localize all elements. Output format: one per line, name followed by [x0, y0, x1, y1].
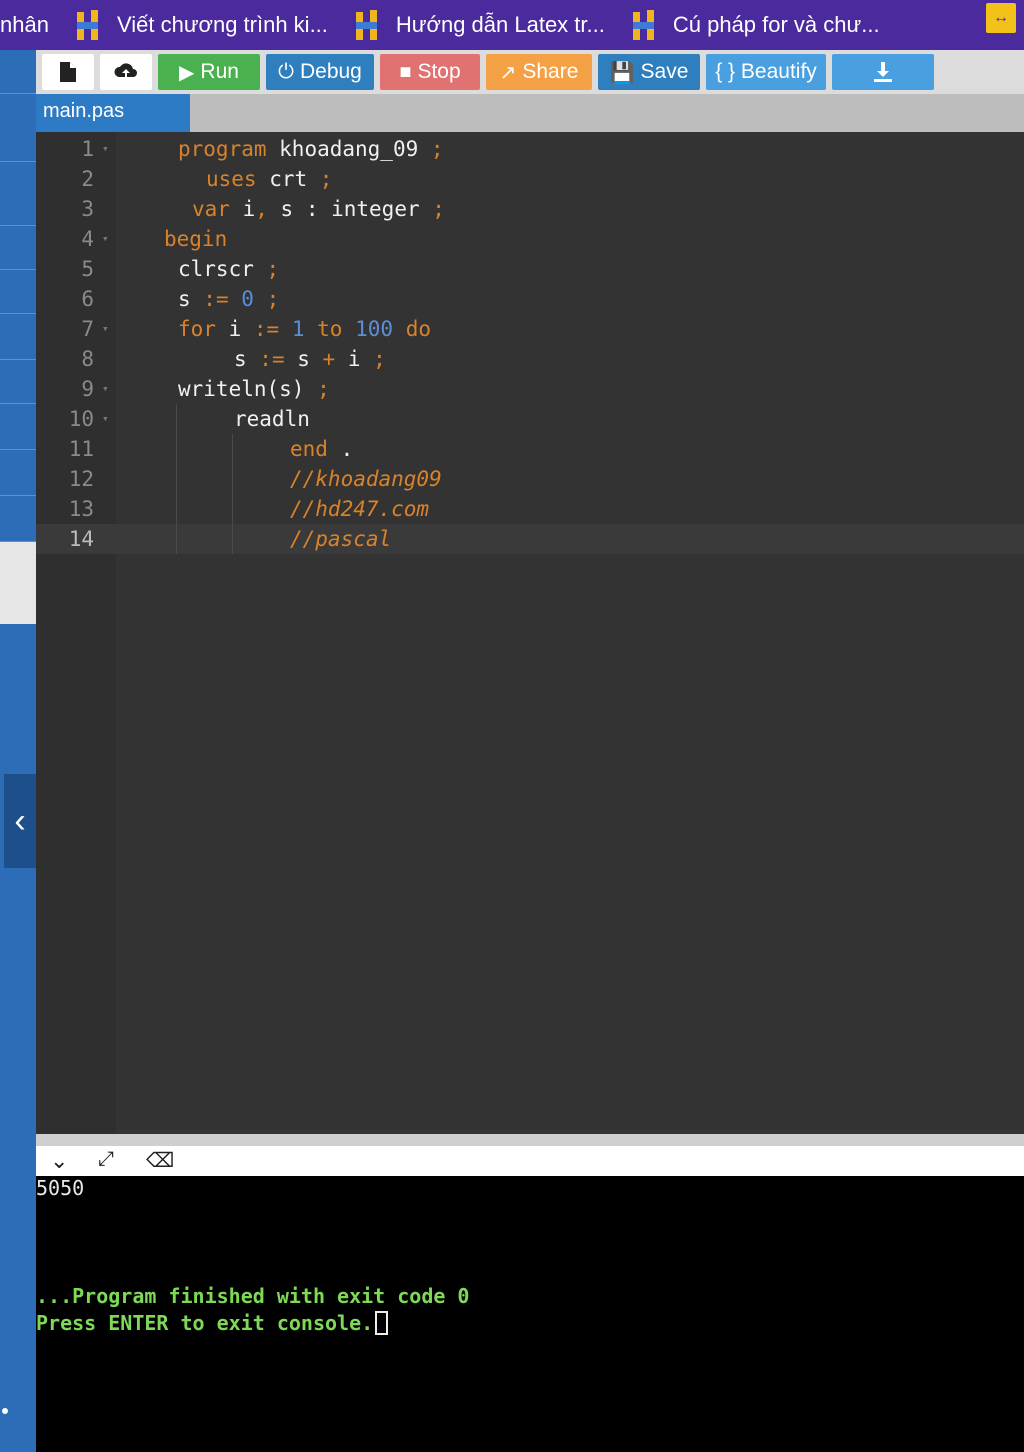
sidebar-segment: [0, 360, 36, 404]
fold-arrow-icon[interactable]: ▾: [102, 404, 109, 434]
editor-toolbar: ▶ Run ⏻ Debug ■ Stop ↗ Share 💾 Save { } …: [36, 50, 1024, 94]
tab-label: Hướng dẫn Latex tr...: [395, 12, 605, 37]
console-toolbar: ⌄ ⤢ ⌫: [36, 1146, 1024, 1176]
sidebar-segment: [0, 50, 36, 94]
fold-arrow-icon[interactable]: ▾: [102, 374, 109, 404]
fold-arrow-icon[interactable]: ▾: [102, 134, 109, 164]
code-line: 11 end .: [36, 434, 1024, 464]
run-label: Run: [200, 60, 239, 83]
new-file-button[interactable]: [42, 54, 94, 90]
chevron-down-icon[interactable]: ⌄: [50, 1148, 68, 1174]
file-icon: [60, 62, 76, 82]
file-tab-main-pas[interactable]: main.pas: [36, 94, 190, 132]
cloud-upload-icon: [114, 63, 137, 79]
tab-label: Viết chương trình ki...: [116, 12, 328, 37]
code-line: 2 uses crt ;: [36, 164, 1024, 194]
line-number: 14: [36, 524, 116, 554]
code-line: 9 ▾ writeln(s) ;: [36, 374, 1024, 404]
program-output: 5050: [36, 1176, 85, 1200]
debug-button[interactable]: ⏻ Debug: [266, 54, 374, 90]
line-number: 3: [81, 197, 94, 221]
code-line: 3 var i, s : integer ;: [36, 194, 1024, 224]
share-label: Share: [522, 60, 579, 83]
stop-button[interactable]: ■ Stop: [380, 54, 480, 90]
tab-viet-chuong-trinh[interactable]: Viết chương trình ki...: [49, 0, 328, 50]
code-line: 7 ▾ for i := 1 to 100 do: [36, 314, 1024, 344]
line-number: 8: [81, 347, 94, 371]
share-button[interactable]: ↗ Share: [486, 54, 592, 90]
tab-label: nhân: [0, 12, 49, 37]
console-cursor: [375, 1311, 389, 1335]
code-line: 10 ▾ readln: [36, 404, 1024, 434]
upload-button[interactable]: [100, 54, 152, 90]
fold-arrow-icon[interactable]: ▾: [102, 314, 109, 344]
code-line-active: 14 //pascal: [36, 524, 1024, 554]
sidebar-segment: [0, 162, 36, 226]
save-label: Save: [640, 60, 689, 83]
sidebar-segment: [0, 314, 36, 360]
browser-tab-bar: nhân Viết chương trình ki... Hướng dẫn L…: [0, 0, 1024, 50]
sidebar-dot: [2, 1408, 8, 1414]
download-button[interactable]: [832, 54, 934, 90]
code-line: 8 s := s + i ;: [36, 344, 1024, 374]
hoc247-logo-icon: [631, 8, 661, 42]
power-icon: ⏻: [278, 60, 294, 83]
code-line: 13 //hd247.com: [36, 494, 1024, 524]
code-line: 4 ▾ begin: [36, 224, 1024, 254]
sidebar-segment: [0, 270, 36, 314]
press-enter-message: Press ENTER to exit console.: [36, 1311, 389, 1335]
code-line: 12 //khoadang09: [36, 464, 1024, 494]
beautify-button[interactable]: { } Beautify: [706, 54, 826, 90]
line-number: 6: [81, 287, 94, 311]
sidebar-gray-panel: [0, 542, 36, 624]
stop-icon: ■: [399, 60, 412, 83]
hoc247-logo-icon: [75, 8, 105, 42]
collapse-sidebar-button[interactable]: ‹: [4, 774, 36, 868]
stop-label: Stop: [417, 60, 461, 83]
tab-cu-phap-for[interactable]: Cú pháp for và chư...: [605, 0, 880, 50]
indent-guide: [232, 434, 233, 554]
share-icon: ↗: [499, 61, 517, 84]
run-button[interactable]: ▶ Run: [158, 54, 260, 90]
expand-arrows-icon[interactable]: ↔: [986, 3, 1016, 33]
code-line: 1 ▾ program khoadang_09 ;: [36, 134, 1024, 164]
sidebar-segment: [0, 404, 36, 450]
line-number: 12: [68, 467, 94, 491]
press-enter-text: Press ENTER to exit console.: [36, 1311, 374, 1335]
floppy-disk-icon: 💾: [609, 61, 635, 84]
fold-arrow-icon[interactable]: ▾: [102, 224, 109, 254]
debug-label: Debug: [299, 60, 362, 83]
clear-console-icon[interactable]: ⌫: [146, 1148, 174, 1173]
indent-guide: [176, 404, 177, 554]
line-number: 2: [81, 167, 94, 191]
tab-partial[interactable]: nhân: [0, 0, 49, 50]
line-number: 11: [68, 437, 94, 461]
tab-huong-dan-latex[interactable]: Hướng dẫn Latex tr...: [328, 0, 605, 50]
hoc247-logo-icon: [354, 8, 384, 42]
left-sidebar: ‹: [0, 50, 36, 1452]
code-line: 6 s := 0 ;: [36, 284, 1024, 314]
download-icon: [874, 62, 892, 82]
tab-label: Cú pháp for và chư...: [672, 12, 880, 37]
exit-message: ...Program finished with exit code 0: [36, 1284, 470, 1308]
line-number: 5: [81, 257, 94, 281]
console-resize-bar[interactable]: [36, 1134, 1024, 1146]
expand-icon[interactable]: ⤢: [98, 1148, 114, 1171]
sidebar-segment: [0, 94, 36, 162]
play-icon: ▶: [179, 61, 195, 84]
sidebar-segment: [0, 496, 36, 542]
code-line: 5 clrscr ;: [36, 254, 1024, 284]
sidebar-segment: [0, 226, 36, 270]
sidebar-segment: [0, 450, 36, 496]
file-tab-row: main.pas: [36, 94, 1024, 132]
code-editor[interactable]: 1 ▾ program khoadang_09 ; 2 uses crt ; 3 …: [36, 132, 1024, 1134]
save-button[interactable]: 💾 Save: [598, 54, 700, 90]
console-output[interactable]: 5050 ...Program finished with exit code …: [36, 1176, 1024, 1452]
beautify-label: { } Beautify: [715, 60, 817, 83]
line-number: 13: [68, 497, 94, 521]
